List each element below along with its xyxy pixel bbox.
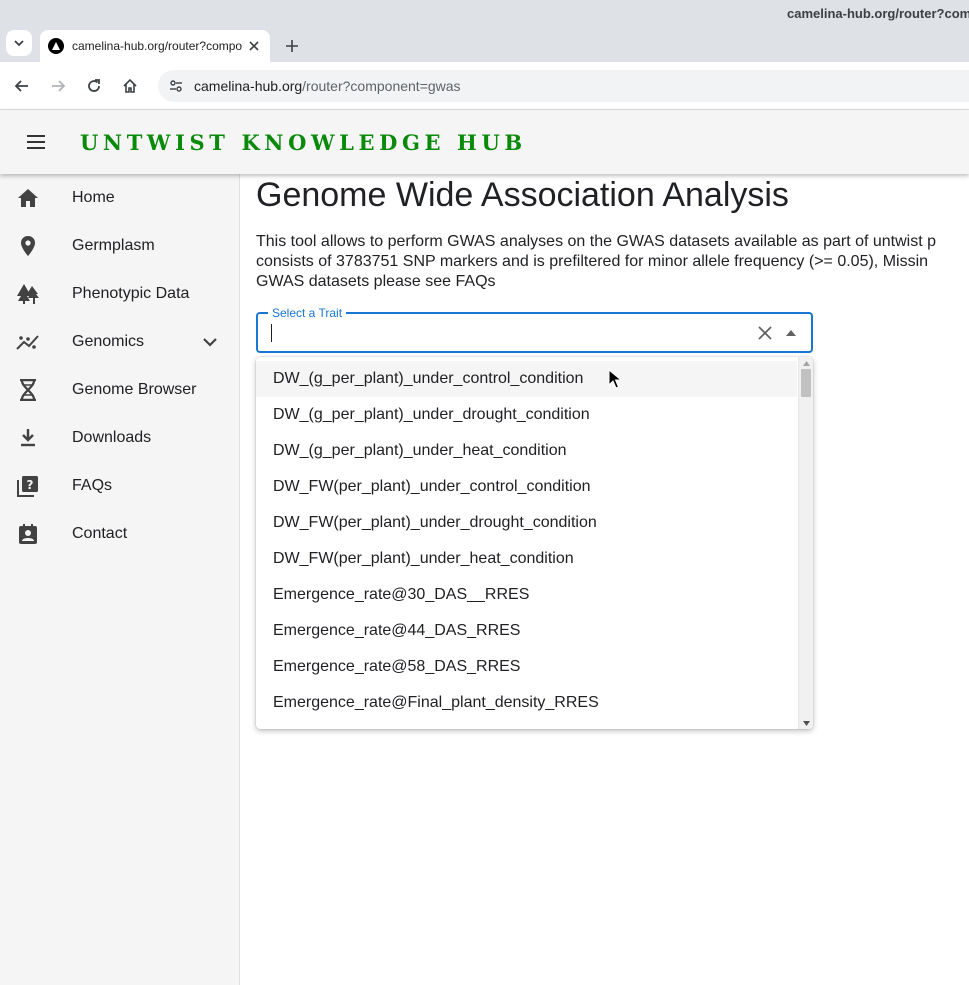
trait-options: DW_(g_per_plant)_under_control_condition… <box>256 361 797 721</box>
arrow-back-icon <box>14 80 28 92</box>
forest-icon <box>16 282 40 306</box>
download-icon <box>16 426 40 450</box>
text-caret <box>271 324 272 342</box>
sidebar-item-home[interactable]: Home <box>0 174 239 222</box>
arrow-up-icon[interactable] <box>781 323 801 343</box>
trait-option[interactable]: Emergence_rate@58_DAS_RRES <box>256 649 797 685</box>
site-favicon-icon <box>48 38 64 54</box>
trait-option[interactable]: DW_FW(per_plant)_under_drought_condition <box>256 505 797 541</box>
description-line: This tool allows to perform GWAS analyse… <box>256 233 937 250</box>
arrow-forward-icon <box>52 80 66 92</box>
address-bar[interactable]: camelina-hub.org/router?component=gwas <box>158 70 969 102</box>
location-pin-icon <box>16 234 40 258</box>
tab-title: camelina-hub.org/router?component=gwas <box>72 39 242 53</box>
url-host: camelina-hub.org <box>194 78 303 94</box>
sidebar-item-label: FAQs <box>72 477 113 494</box>
home-icon <box>16 186 40 210</box>
dna-icon <box>16 378 40 402</box>
trait-select[interactable]: Select a Trait <box>256 306 813 353</box>
page-description: This tool allows to perform GWAS analyse… <box>256 232 969 292</box>
page-title: Genome Wide Association Analysis <box>256 176 789 214</box>
home-outline-icon <box>123 78 137 93</box>
clear-icon[interactable] <box>755 323 775 343</box>
menu-button[interactable] <box>24 130 48 154</box>
quiz-icon: ? <box>16 474 40 498</box>
trait-option[interactable]: DW_FW(per_plant)_under_heat_condition <box>256 541 797 577</box>
sidebar-item-label: Home <box>72 189 115 206</box>
plus-icon <box>286 40 298 52</box>
hamburger-menu-icon <box>27 135 45 149</box>
chevron-down-icon[interactable] <box>198 330 222 354</box>
trait-option[interactable]: Emergence_rate@44_DAS_RRES <box>256 613 797 649</box>
trait-select-label: Select a Trait <box>268 306 347 320</box>
app-brand-title[interactable]: UNTWIST KNOWLEDGE HUB <box>80 130 527 155</box>
trait-search-input[interactable] <box>270 322 740 344</box>
sidebar-item-genomics[interactable]: Genomics <box>0 318 239 366</box>
trait-option[interactable]: Emergence_rate@30_DAS__RRES <box>256 577 797 613</box>
sidebar-item-label: Genomics <box>72 333 145 350</box>
app-header: UNTWIST KNOWLEDGE HUB <box>0 110 969 174</box>
sidebar-nav: Home Germplasm Phenotypic Data Genomics … <box>0 174 240 985</box>
trait-option[interactable]: DW_(g_per_plant)_under_control_condition <box>256 361 797 397</box>
url-text: camelina-hub.org/router?component=gwas <box>194 78 461 94</box>
browser-tab-active[interactable]: camelina-hub.org/router?component=gwas <box>40 30 270 62</box>
sidebar-item-germplasm[interactable]: Germplasm <box>0 222 239 270</box>
trait-option[interactable]: DW_(g_per_plant)_under_drought_condition <box>256 397 797 433</box>
home-button[interactable] <box>118 74 142 98</box>
description-line: consists of 3783751 SNP markers and is p… <box>256 253 929 270</box>
reload-button[interactable] <box>82 74 106 98</box>
sidebar-item-faqs[interactable]: ? FAQs <box>0 462 239 510</box>
browser-tabstrip: camelina-hub.org/router?component=gwas <box>0 26 969 62</box>
main-content: Genome Wide Association Analysis This to… <box>240 174 969 985</box>
sidebar-item-label: Contact <box>72 525 128 542</box>
sidebar-item-genome-browser[interactable]: Genome Browser <box>0 366 239 414</box>
site-info-icon[interactable] <box>166 76 186 96</box>
sidebar-item-downloads[interactable]: Downloads <box>0 414 239 462</box>
browser-toolbar: camelina-hub.org/router?component=gwas <box>0 62 969 110</box>
sidebar-item-label: Genome Browser <box>72 381 197 398</box>
trait-option[interactable]: DW_(g_per_plant)_under_heat_condition <box>256 433 797 469</box>
new-tab-button[interactable] <box>280 34 304 58</box>
forward-button[interactable] <box>46 74 70 98</box>
sidebar-item-contact[interactable]: Contact <box>0 510 239 558</box>
mouse-pointer-icon <box>608 369 622 389</box>
sidebar-item-label: Phenotypic Data <box>72 285 190 302</box>
back-button[interactable] <box>10 74 34 98</box>
chevron-down-icon <box>14 40 24 47</box>
sidebar-item-label: Germplasm <box>72 237 155 254</box>
trait-options-listbox: DW_(g_per_plant)_under_control_condition… <box>256 357 813 729</box>
contact-icon <box>16 522 40 546</box>
trait-option[interactable]: DW_FW(per_plant)_under_control_condition <box>256 469 797 505</box>
tab-close-icon[interactable] <box>246 38 262 54</box>
scroll-down-arrow-icon[interactable] <box>799 717 813 729</box>
url-path: /router?component=gwas <box>302 78 461 94</box>
window-title: camelina-hub.org/router?com <box>787 6 969 21</box>
svg-text:?: ? <box>27 478 34 492</box>
scroll-up-arrow-icon[interactable] <box>799 357 813 369</box>
listbox-scrollbar[interactable] <box>798 357 813 729</box>
reload-icon <box>88 79 100 92</box>
sidebar-item-phenotypic-data[interactable]: Phenotypic Data <box>0 270 239 318</box>
scatter-chart-icon <box>16 330 40 354</box>
tab-list-button[interactable] <box>6 30 32 56</box>
description-line: GWAS datasets please see FAQs <box>256 273 496 290</box>
sidebar-item-label: Downloads <box>72 429 152 446</box>
scrollbar-thumb[interactable] <box>801 369 811 397</box>
trait-option[interactable]: Emergence_rate@Final_plant_density_RRES <box>256 685 797 721</box>
